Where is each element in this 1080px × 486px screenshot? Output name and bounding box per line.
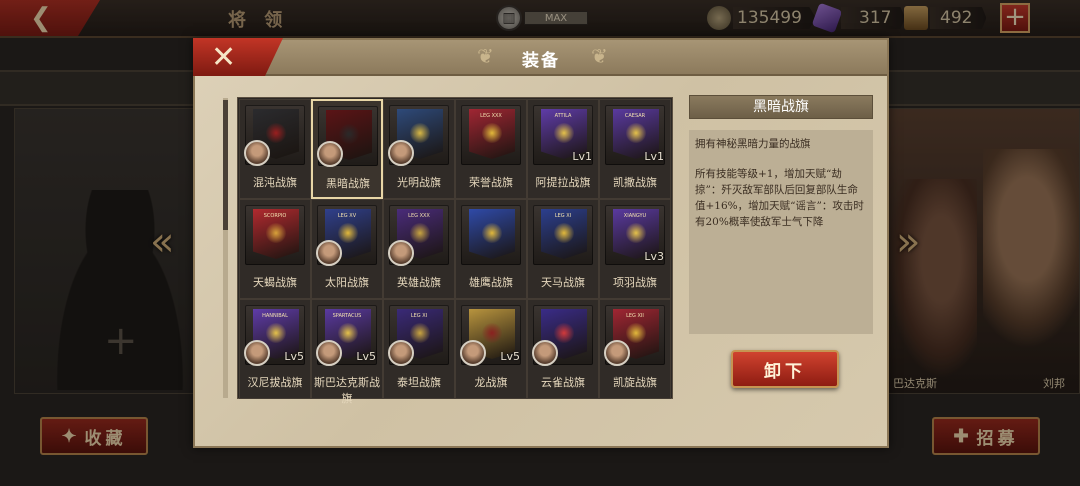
banner-item[interactable]: ATTILA Lv1 阿提拉战旗 [527, 99, 599, 199]
detail-title: 黑暗战旗 [689, 95, 873, 119]
general-portrait-icon [388, 140, 414, 166]
item-name: 云雀战旗 [541, 376, 585, 389]
detail-description: 拥有神秘黑暗力量的战旗 所有技能等级+1，增加天赋“劫掠”：歼灭敌军部队后回复部… [689, 130, 873, 334]
banner-item[interactable]: 光明战旗 [383, 99, 455, 199]
banner-item[interactable]: 雄鹰战旗 [455, 199, 527, 299]
general-portrait-icon [388, 340, 414, 366]
item-level: Lv3 [644, 250, 664, 263]
item-name: 龙战旗 [474, 376, 508, 389]
banner-item[interactable]: LEG XXX 荣誉战旗 [455, 99, 527, 199]
general-portrait-icon [460, 340, 486, 366]
emblem-icon [338, 223, 358, 243]
general-portrait-icon [388, 240, 414, 266]
flag-text: HANNIBAL [262, 313, 288, 319]
banner-item[interactable]: SPARTACUS Lv5 斯巴达克斯战旗 [311, 299, 383, 405]
general-portrait-icon [244, 140, 270, 166]
flag-text: LEG XXX [480, 113, 502, 119]
modal-header: ❦ 装备 ❦ [195, 40, 887, 76]
banner-item[interactable]: 云雀战旗 [527, 299, 599, 399]
banner-icon: LEG XXX [461, 105, 521, 165]
banner-item[interactable]: SCORPIO 天蝎战旗 [239, 199, 311, 299]
item-level: Lv1 [572, 150, 592, 163]
flag-text: ATTILA [554, 113, 572, 119]
banner-item[interactable]: XIANGYU Lv3 项羽战旗 [599, 199, 671, 299]
item-name: 项羽战旗 [613, 276, 657, 289]
general-portrait-icon [244, 340, 270, 366]
detail-desc-1: 拥有神秘黑暗力量的战旗 [695, 138, 811, 150]
banner-item[interactable]: HANNIBAL Lv5 汉尼拔战旗 [239, 299, 311, 399]
item-level: Lv5 [284, 350, 304, 363]
general-portrait-icon [532, 340, 558, 366]
modal-title: 装备 [522, 51, 560, 71]
item-name: 太阳战旗 [325, 276, 369, 289]
emblem-icon [554, 223, 574, 243]
general-portrait-icon [604, 340, 630, 366]
scrollbar-thumb[interactable] [223, 100, 228, 230]
banner-item[interactable]: Lv5 龙战旗 [455, 299, 527, 399]
emblem-icon [339, 124, 359, 144]
emblem-icon [482, 323, 502, 343]
laurel-right-icon: ❦ [591, 44, 608, 68]
emblem-icon [266, 223, 286, 243]
banner-item[interactable]: LEG XI 泰坦战旗 [383, 299, 455, 399]
emblem-icon [266, 123, 286, 143]
emblem-icon [554, 123, 574, 143]
close-icon: ✕ [211, 39, 237, 75]
emblem-icon [626, 123, 646, 143]
emblem-icon [266, 323, 286, 343]
banner-icon: LEG XI [533, 205, 593, 265]
item-name: 凯旋战旗 [613, 376, 657, 389]
emblem-icon [410, 323, 430, 343]
emblem-icon [410, 123, 430, 143]
banner-icon: SCORPIO [245, 205, 305, 265]
general-portrait-icon [317, 141, 343, 167]
item-name: 英雄战旗 [397, 276, 441, 289]
flag-text: LEG XI [410, 313, 428, 319]
unequip-button[interactable]: 卸下 [731, 350, 839, 388]
item-name: 天马战旗 [541, 276, 585, 289]
item-name: 汉尼拔战旗 [247, 376, 303, 389]
item-name: 混沌战旗 [253, 176, 297, 189]
item-level: Lv5 [356, 350, 376, 363]
banner-item[interactable]: LEG XI 天马战旗 [527, 199, 599, 299]
banner-item[interactable]: 黑暗战旗 [311, 99, 383, 199]
flag-text: LEG XXX [408, 213, 430, 219]
flag-text: XIANGYU [623, 213, 647, 219]
item-name: 斯巴达克斯战旗 [314, 376, 380, 405]
general-portrait-icon [316, 340, 342, 366]
item-level: Lv5 [500, 350, 520, 363]
item-name: 天蝎战旗 [253, 276, 297, 289]
banner-grid: 混沌战旗 黑暗战旗 光明战旗 LEG XXX 荣誉战旗 ATTILA Lv1 阿提拉战旗 CAE… [239, 99, 671, 405]
item-name: 泰坦战旗 [397, 376, 441, 389]
flag-text: LEG XI [554, 213, 572, 219]
item-name: 光明战旗 [397, 176, 441, 189]
emblem-icon [554, 323, 574, 343]
item-name: 荣誉战旗 [469, 176, 513, 189]
banner-item[interactable]: CAESAR Lv1 凯撒战旗 [599, 99, 671, 199]
banner-item[interactable]: 混沌战旗 [239, 99, 311, 199]
general-portrait-icon [316, 240, 342, 266]
item-name: 雄鹰战旗 [469, 276, 513, 289]
emblem-icon [482, 123, 502, 143]
item-level: Lv1 [644, 150, 664, 163]
item-name: 黑暗战旗 [326, 177, 370, 190]
emblem-icon [482, 223, 502, 243]
flag-text: SCORPIO [263, 213, 287, 219]
banner-item[interactable]: LEG XXX 英雄战旗 [383, 199, 455, 299]
flag-text: LEG XV [337, 213, 357, 219]
item-name: 凯撒战旗 [613, 176, 657, 189]
detail-desc-2: 所有技能等级+1，增加天赋“劫掠”：歼灭敌军部队后回复部队生命值+16%，增加天… [695, 168, 864, 228]
flag-text: CAESAR [624, 113, 646, 119]
flag-text: LEG XII [626, 313, 644, 319]
item-name: 阿提拉战旗 [535, 176, 591, 189]
banner-item[interactable]: LEG XV 太阳战旗 [311, 199, 383, 299]
emblem-icon [626, 223, 646, 243]
equipment-modal: ❦ 装备 ❦ ✕ 混沌战旗 黑暗战旗 光明战旗 LEG XXX 荣誉战旗 ATTILA Lv… [193, 38, 889, 448]
banner-icon [461, 205, 521, 265]
emblem-icon [338, 323, 358, 343]
banner-item[interactable]: LEG XII 凯旋战旗 [599, 299, 671, 399]
flag-text: SPARTACUS [332, 313, 362, 319]
emblem-icon [410, 223, 430, 243]
emblem-icon [626, 323, 646, 343]
